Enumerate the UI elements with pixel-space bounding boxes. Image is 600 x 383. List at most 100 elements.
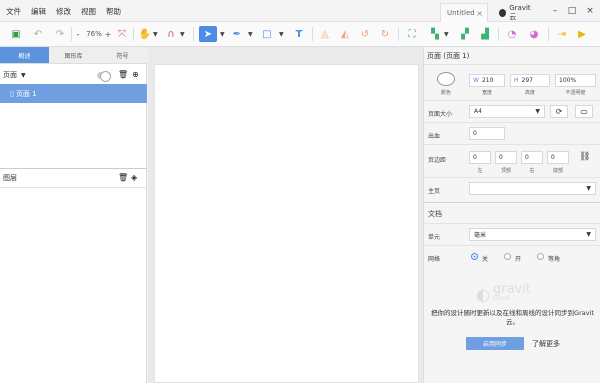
- inspector-panel: 页面 (页面 1) 颜色 W 210 宽度 H 297 高度 100% 不透明度…: [423, 47, 600, 383]
- height-input[interactable]: H 297: [510, 74, 550, 87]
- arrange-icon[interactable]: ▚: [428, 26, 442, 42]
- rotate-left-icon[interactable]: ↺: [358, 26, 372, 42]
- grid-row: 网格 关 开 等角: [424, 245, 600, 267]
- chevron-down-icon: ▼: [586, 231, 591, 238]
- zoom-in-button[interactable]: +: [104, 26, 112, 42]
- tab-gravit-label: Gravit 云: [509, 3, 531, 21]
- rotate-right-icon[interactable]: ↻: [378, 26, 392, 42]
- artboard-page[interactable]: [154, 64, 419, 383]
- margin-right-label: 右: [529, 168, 535, 174]
- transform-icon[interactable]: ⛶: [405, 26, 419, 42]
- tab-overview[interactable]: 概述: [0, 47, 49, 63]
- margin-bottom-input[interactable]: 0: [547, 151, 569, 164]
- mask-icon[interactable]: ◔: [505, 26, 519, 42]
- boolean-icon[interactable]: ◕: [527, 26, 541, 42]
- gravit-logo-icon: [499, 8, 507, 17]
- opacity-input[interactable]: 100%: [555, 74, 596, 87]
- close-icon[interactable]: ×: [476, 9, 483, 18]
- master-row: 主页 ▼: [424, 177, 600, 199]
- grid-on-label: 开: [515, 256, 522, 263]
- bleed-label: 出血: [428, 133, 441, 140]
- margin-top-input[interactable]: 0: [495, 151, 517, 164]
- tab-untitled[interactable]: Untitled ×: [440, 3, 488, 22]
- page-size-value: A4: [474, 108, 482, 115]
- present-icon[interactable]: ▶: [575, 26, 589, 42]
- grid-off-label: 关: [482, 256, 489, 263]
- bleed-input[interactable]: 0: [469, 127, 505, 140]
- tab-gravit-cloud[interactable]: Gravit 云: [493, 3, 543, 22]
- fill-label: 颜色: [440, 90, 451, 96]
- chevron-down-icon[interactable]: ▼: [248, 26, 253, 42]
- opacity-label: 不透明度: [565, 90, 586, 96]
- flip-horizontal-icon[interactable]: ◬: [318, 26, 332, 42]
- width-label: 宽度: [481, 90, 492, 96]
- group-icon[interactable]: ▞: [458, 26, 472, 42]
- pen-tool-icon[interactable]: ✒: [229, 26, 245, 42]
- fill-swatch[interactable]: [437, 72, 455, 86]
- export-icon[interactable]: ⇥: [555, 26, 569, 42]
- close-window-icon[interactable]: ×: [582, 0, 598, 22]
- canvas[interactable]: [148, 47, 423, 383]
- width-prefix: W: [473, 77, 479, 84]
- grid-isometric-label: 等角: [548, 256, 561, 263]
- menu-file[interactable]: 文件: [6, 6, 21, 17]
- add-page-icon[interactable]: ⊕: [132, 70, 139, 79]
- cloud-logo-sub: cloud: [492, 295, 510, 302]
- chevron-down-icon: ▼: [586, 185, 591, 192]
- chevron-down-icon[interactable]: ▼: [21, 72, 26, 79]
- tab-library[interactable]: 图形库: [49, 47, 98, 63]
- page-settings-icon[interactable]: ▭: [575, 105, 593, 118]
- grid-off-radio[interactable]: [471, 253, 478, 260]
- link-margins-icon[interactable]: ⛓: [579, 152, 590, 162]
- rectangle-tool-icon[interactable]: □: [259, 26, 275, 42]
- document-section: 文档: [424, 202, 600, 222]
- orientation-icon[interactable]: ⟳: [550, 105, 568, 118]
- menu-view[interactable]: 视图: [81, 6, 96, 17]
- left-panel-tabs: 概述 图形库 符号: [0, 47, 147, 64]
- margin-left-input[interactable]: 0: [469, 151, 491, 164]
- page-size-select[interactable]: A4 ▼: [469, 105, 545, 118]
- width-input[interactable]: W 210: [469, 74, 505, 87]
- zoom-out-button[interactable]: -: [74, 26, 82, 42]
- menu-help[interactable]: 帮助: [106, 6, 121, 17]
- menu-modify[interactable]: 修改: [56, 6, 71, 17]
- grid-isometric-radio[interactable]: [537, 253, 544, 260]
- page-size-label: 页面大小: [428, 111, 453, 118]
- save-icon[interactable]: ▣: [8, 26, 24, 42]
- chevron-down-icon[interactable]: ▼: [444, 26, 449, 42]
- ungroup-icon[interactable]: ▟: [478, 26, 492, 42]
- margin-left-label: 左: [477, 168, 483, 174]
- chevron-down-icon[interactable]: ▼: [220, 26, 225, 42]
- trash-icon[interactable]: 🗑: [118, 70, 128, 79]
- chevron-down-icon[interactable]: ▼: [153, 26, 158, 42]
- tab-symbols[interactable]: 符号: [98, 47, 147, 63]
- margin-right-input[interactable]: 0: [521, 151, 543, 164]
- undo-icon[interactable]: ↶: [30, 26, 46, 42]
- zoom-level[interactable]: 76%: [84, 26, 104, 42]
- maximize-icon[interactable]: □: [564, 0, 580, 22]
- master-page-select[interactable]: ▼: [469, 182, 596, 195]
- pages-title: 页面: [3, 71, 17, 79]
- fit-screen-icon[interactable]: ⤧: [115, 26, 129, 42]
- layers-title: 图层: [3, 174, 17, 182]
- menu-edit[interactable]: 编辑: [31, 6, 46, 17]
- unit-select[interactable]: 毫米 ▼: [469, 228, 596, 241]
- enable-sync-button[interactable]: 启用同步: [466, 337, 524, 350]
- text-tool-icon[interactable]: T: [291, 26, 307, 42]
- learn-more-link[interactable]: 了解更多: [532, 339, 560, 349]
- magnet-icon[interactable]: ∩: [164, 26, 178, 42]
- grid-on-radio[interactable]: [504, 253, 511, 260]
- pages-toggle[interactable]: [97, 71, 111, 82]
- page-list-item[interactable]: ▯ 页面 1: [0, 84, 147, 103]
- cloud-message: 把你的设计随时更新以及在线和离线的设计同步到Gravit云。: [431, 309, 594, 326]
- trash-icon[interactable]: 🗑: [118, 173, 128, 182]
- minimize-icon[interactable]: –: [547, 0, 563, 22]
- margin-top-label: 顶部: [500, 168, 511, 174]
- redo-icon[interactable]: ↷: [52, 26, 68, 42]
- flip-vertical-icon[interactable]: ◭: [338, 26, 352, 42]
- select-tool-icon[interactable]: ➤: [199, 26, 217, 42]
- hand-tool-icon[interactable]: ✋: [138, 26, 152, 42]
- chevron-down-icon[interactable]: ▼: [180, 26, 185, 42]
- chevron-down-icon[interactable]: ▼: [279, 26, 284, 42]
- add-layer-icon[interactable]: ◈: [131, 173, 137, 182]
